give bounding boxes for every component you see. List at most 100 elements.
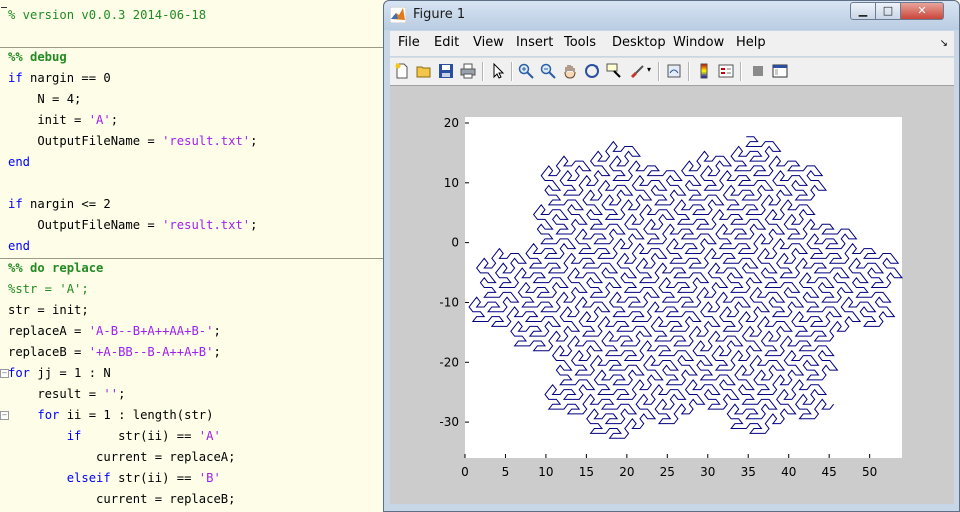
plot-svg[interactable]: 0 5 10 15 20 25 30 35 40 45 50 20 10 0 -10 -20 -30	[390, 86, 954, 504]
close-button[interactable]: ✕	[900, 2, 944, 20]
code-line[interactable]: OutputFileName = 'result.txt';	[8, 215, 257, 236]
zoom-out-icon[interactable]	[540, 63, 556, 79]
hide-plot-tools-icon[interactable]	[750, 63, 766, 79]
code-line[interactable]: for ii = 1 : length(str)	[8, 405, 213, 426]
code-token: str = init;	[8, 303, 89, 317]
save-icon[interactable]	[438, 63, 454, 79]
menu-insert[interactable]: Insert	[516, 35, 553, 50]
toolbar-separator	[740, 62, 742, 81]
code-line[interactable]: elseif str(ii) == 'B'	[8, 468, 221, 489]
menu-view[interactable]: View	[473, 35, 504, 50]
pan-hand-icon[interactable]	[562, 63, 578, 79]
code-token: 'B'	[198, 471, 221, 485]
code-token: 'A-B--B+A++AA+B-'	[88, 324, 214, 338]
minimize-button[interactable]: ▁	[850, 2, 876, 20]
code-line[interactable]: N = 4;	[8, 89, 81, 110]
code-line[interactable]: for jj = 1 : N	[8, 363, 111, 384]
code-line[interactable]: % version v0.0.3 2014-06-18	[8, 5, 206, 26]
menu-bar: File Edit View Insert Tools Desktop Wind…	[390, 31, 954, 56]
code-token: jj = 1 : N	[30, 366, 111, 380]
code-token: OutputFileName =	[8, 134, 163, 148]
code-token: elseif	[66, 471, 111, 485]
dock-arrow-icon[interactable]: ↘	[940, 38, 948, 49]
y-tick-label: -30	[439, 415, 459, 429]
matlab-logo-icon	[390, 7, 406, 23]
code-token: ;	[110, 113, 119, 127]
menu-desktop[interactable]: Desktop	[612, 35, 666, 50]
code-token: init =	[8, 113, 89, 127]
code-line[interactable]: %str = 'A';	[8, 279, 89, 300]
code-line[interactable]: if str(ii) == 'A'	[8, 426, 221, 447]
code-line[interactable]: replaceA = 'A-B--B+A++AA+B-';	[8, 321, 221, 342]
code-line[interactable]: replaceB = '+A-BB--B-A++A+B';	[8, 342, 221, 363]
code-line[interactable]: current = replaceB;	[8, 489, 235, 510]
code-line[interactable]: end	[8, 236, 30, 257]
code-line[interactable]: init = 'A';	[8, 110, 118, 131]
code-token: end	[8, 155, 31, 169]
brush-icon[interactable]	[630, 63, 646, 79]
y-tick-label: 0	[451, 236, 459, 250]
menu-tools[interactable]: Tools	[564, 35, 596, 50]
brush-dropdown-arrow-icon[interactable]: ▾	[647, 65, 651, 74]
code-token: end	[8, 239, 31, 253]
code-line[interactable]: %% do replace	[8, 258, 103, 279]
x-tick-label: 30	[700, 465, 715, 479]
code-line[interactable]: if nargin <= 2	[8, 194, 111, 215]
figure-canvas[interactable]: 0 5 10 15 20 25 30 35 40 45 50 20 10 0 -10 -20 -30	[390, 86, 954, 504]
code-token: str(ii) ==	[81, 429, 199, 443]
insert-colorbar-icon[interactable]	[696, 63, 712, 79]
x-tick-label: 40	[781, 465, 796, 479]
figure-toolbar: ▾	[390, 57, 954, 86]
code-token: ;	[213, 324, 221, 338]
cell-divider	[0, 47, 400, 48]
menu-help[interactable]: Help	[736, 35, 766, 50]
code-token: OutputFileName =	[8, 218, 163, 232]
y-tick-label: -20	[439, 355, 459, 369]
menu-file[interactable]: File	[398, 35, 420, 50]
y-tick-label: 10	[444, 176, 459, 190]
code-token: N = 4;	[8, 92, 82, 106]
menu-edit[interactable]: Edit	[434, 35, 459, 50]
data-cursor-icon[interactable]	[606, 63, 622, 79]
code-line[interactable]: end	[8, 152, 30, 173]
zoom-in-icon[interactable]	[518, 63, 534, 79]
code-token: nargin <= 2	[22, 197, 111, 211]
insert-legend-icon[interactable]	[718, 63, 734, 79]
x-tick-label: 5	[502, 465, 510, 479]
code-token: 'result.txt'	[162, 134, 251, 148]
toolbar-separator	[482, 62, 484, 81]
code-line[interactable]: str = init;	[8, 300, 89, 321]
code-token: '+A-BB--B-A++A+B'	[88, 345, 214, 359]
cell-divider	[0, 258, 400, 259]
code-line[interactable]: if nargin == 0	[8, 68, 111, 89]
figure-window[interactable]: Figure 1 ▁ □ ✕ File Edit View Insert Too…	[383, 0, 960, 512]
title-bar[interactable]: Figure 1 ▁ □ ✕	[384, 1, 959, 30]
code-editor[interactable]: % version v0.0.3 2014-06-18 %% debug if na…	[0, 0, 400, 512]
fold-toggle-icon[interactable]: −	[0, 411, 9, 420]
code-token: replaceA =	[8, 324, 89, 338]
window-title: Figure 1	[413, 7, 466, 22]
new-figure-icon[interactable]	[394, 63, 410, 79]
open-file-icon[interactable]	[416, 63, 432, 79]
code-token: 'A'	[198, 429, 221, 443]
edit-plot-arrow-icon[interactable]	[490, 63, 506, 79]
code-line[interactable]: current = replaceA;	[8, 447, 235, 468]
menu-window[interactable]: Window	[673, 35, 724, 50]
fold-toggle-icon[interactable]: −	[0, 369, 9, 378]
y-tick-label: 20	[444, 116, 459, 130]
print-icon[interactable]	[460, 63, 476, 79]
toolbar-separator	[658, 62, 660, 81]
link-plot-icon[interactable]	[666, 63, 682, 79]
code-line[interactable]: result = '';	[8, 384, 125, 405]
code-line[interactable]: %% debug	[8, 47, 67, 68]
rotate-3d-icon[interactable]	[584, 63, 600, 79]
code-line[interactable]: OutputFileName = 'result.txt';	[8, 131, 257, 152]
maximize-button[interactable]: □	[875, 2, 901, 20]
code-token: nargin == 0	[22, 71, 111, 85]
code-token: ;	[118, 387, 126, 401]
show-plot-tools-icon[interactable]	[772, 63, 788, 79]
x-tick-label: 10	[538, 465, 553, 479]
